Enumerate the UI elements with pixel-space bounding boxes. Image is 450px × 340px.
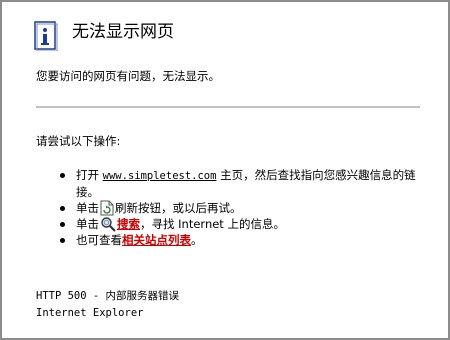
item3-prefix: 单击 xyxy=(76,217,99,231)
list-item: 单击 刷新按钮，或以后再试。 xyxy=(56,200,426,216)
bullet-icon xyxy=(60,173,65,178)
list-item: 打开 www.simpletest.com 主页，然后查找指向您感兴趣信息的链接… xyxy=(56,167,426,200)
related-sites-link[interactable]: 相关站点列表 xyxy=(122,233,191,247)
item1-prefix: 打开 xyxy=(76,168,103,182)
item3-suffix: ，寻找 Internet 上的信息。 xyxy=(140,217,285,231)
list-item: 单击 搜索，寻找 Internet 上的信息。 xyxy=(56,216,426,232)
error-footer: HTTP 500 - 内部服务器错误 Internet Explorer xyxy=(36,288,179,322)
bullet-icon xyxy=(60,206,65,211)
error-page: 无法显示网页 您要访问的网页有问题，无法显示。 请尝试以下操作: 打开 www.… xyxy=(0,0,450,340)
bullet-icon xyxy=(60,238,65,243)
item2-suffix: 刷新按钮，或以后再试。 xyxy=(115,201,242,215)
item2-prefix: 单击 xyxy=(76,201,99,215)
item4-prefix: 也可查看 xyxy=(76,233,122,247)
bullet-icon xyxy=(60,222,65,227)
page-title: 无法显示网页 xyxy=(72,22,174,42)
homepage-link[interactable]: www.simpletest.com xyxy=(103,170,217,182)
info-icon xyxy=(34,21,58,51)
page-subtitle: 您要访问的网页有问题，无法显示。 xyxy=(36,69,220,83)
refresh-icon[interactable] xyxy=(100,200,114,216)
item4-suffix: 。 xyxy=(191,233,203,247)
suggestions-list: 打开 www.simpletest.com 主页，然后查找指向您感兴趣信息的链接… xyxy=(56,167,426,248)
search-icon[interactable] xyxy=(100,216,116,232)
search-link[interactable]: 搜索 xyxy=(117,217,140,231)
suggestions-heading: 请尝试以下操作: xyxy=(36,134,121,148)
divider xyxy=(36,106,420,108)
http-error-code: HTTP 500 - 内部服务器错误 xyxy=(36,290,180,302)
list-item: 也可查看相关站点列表。 xyxy=(56,232,426,248)
browser-name: Internet Explorer xyxy=(36,307,144,319)
